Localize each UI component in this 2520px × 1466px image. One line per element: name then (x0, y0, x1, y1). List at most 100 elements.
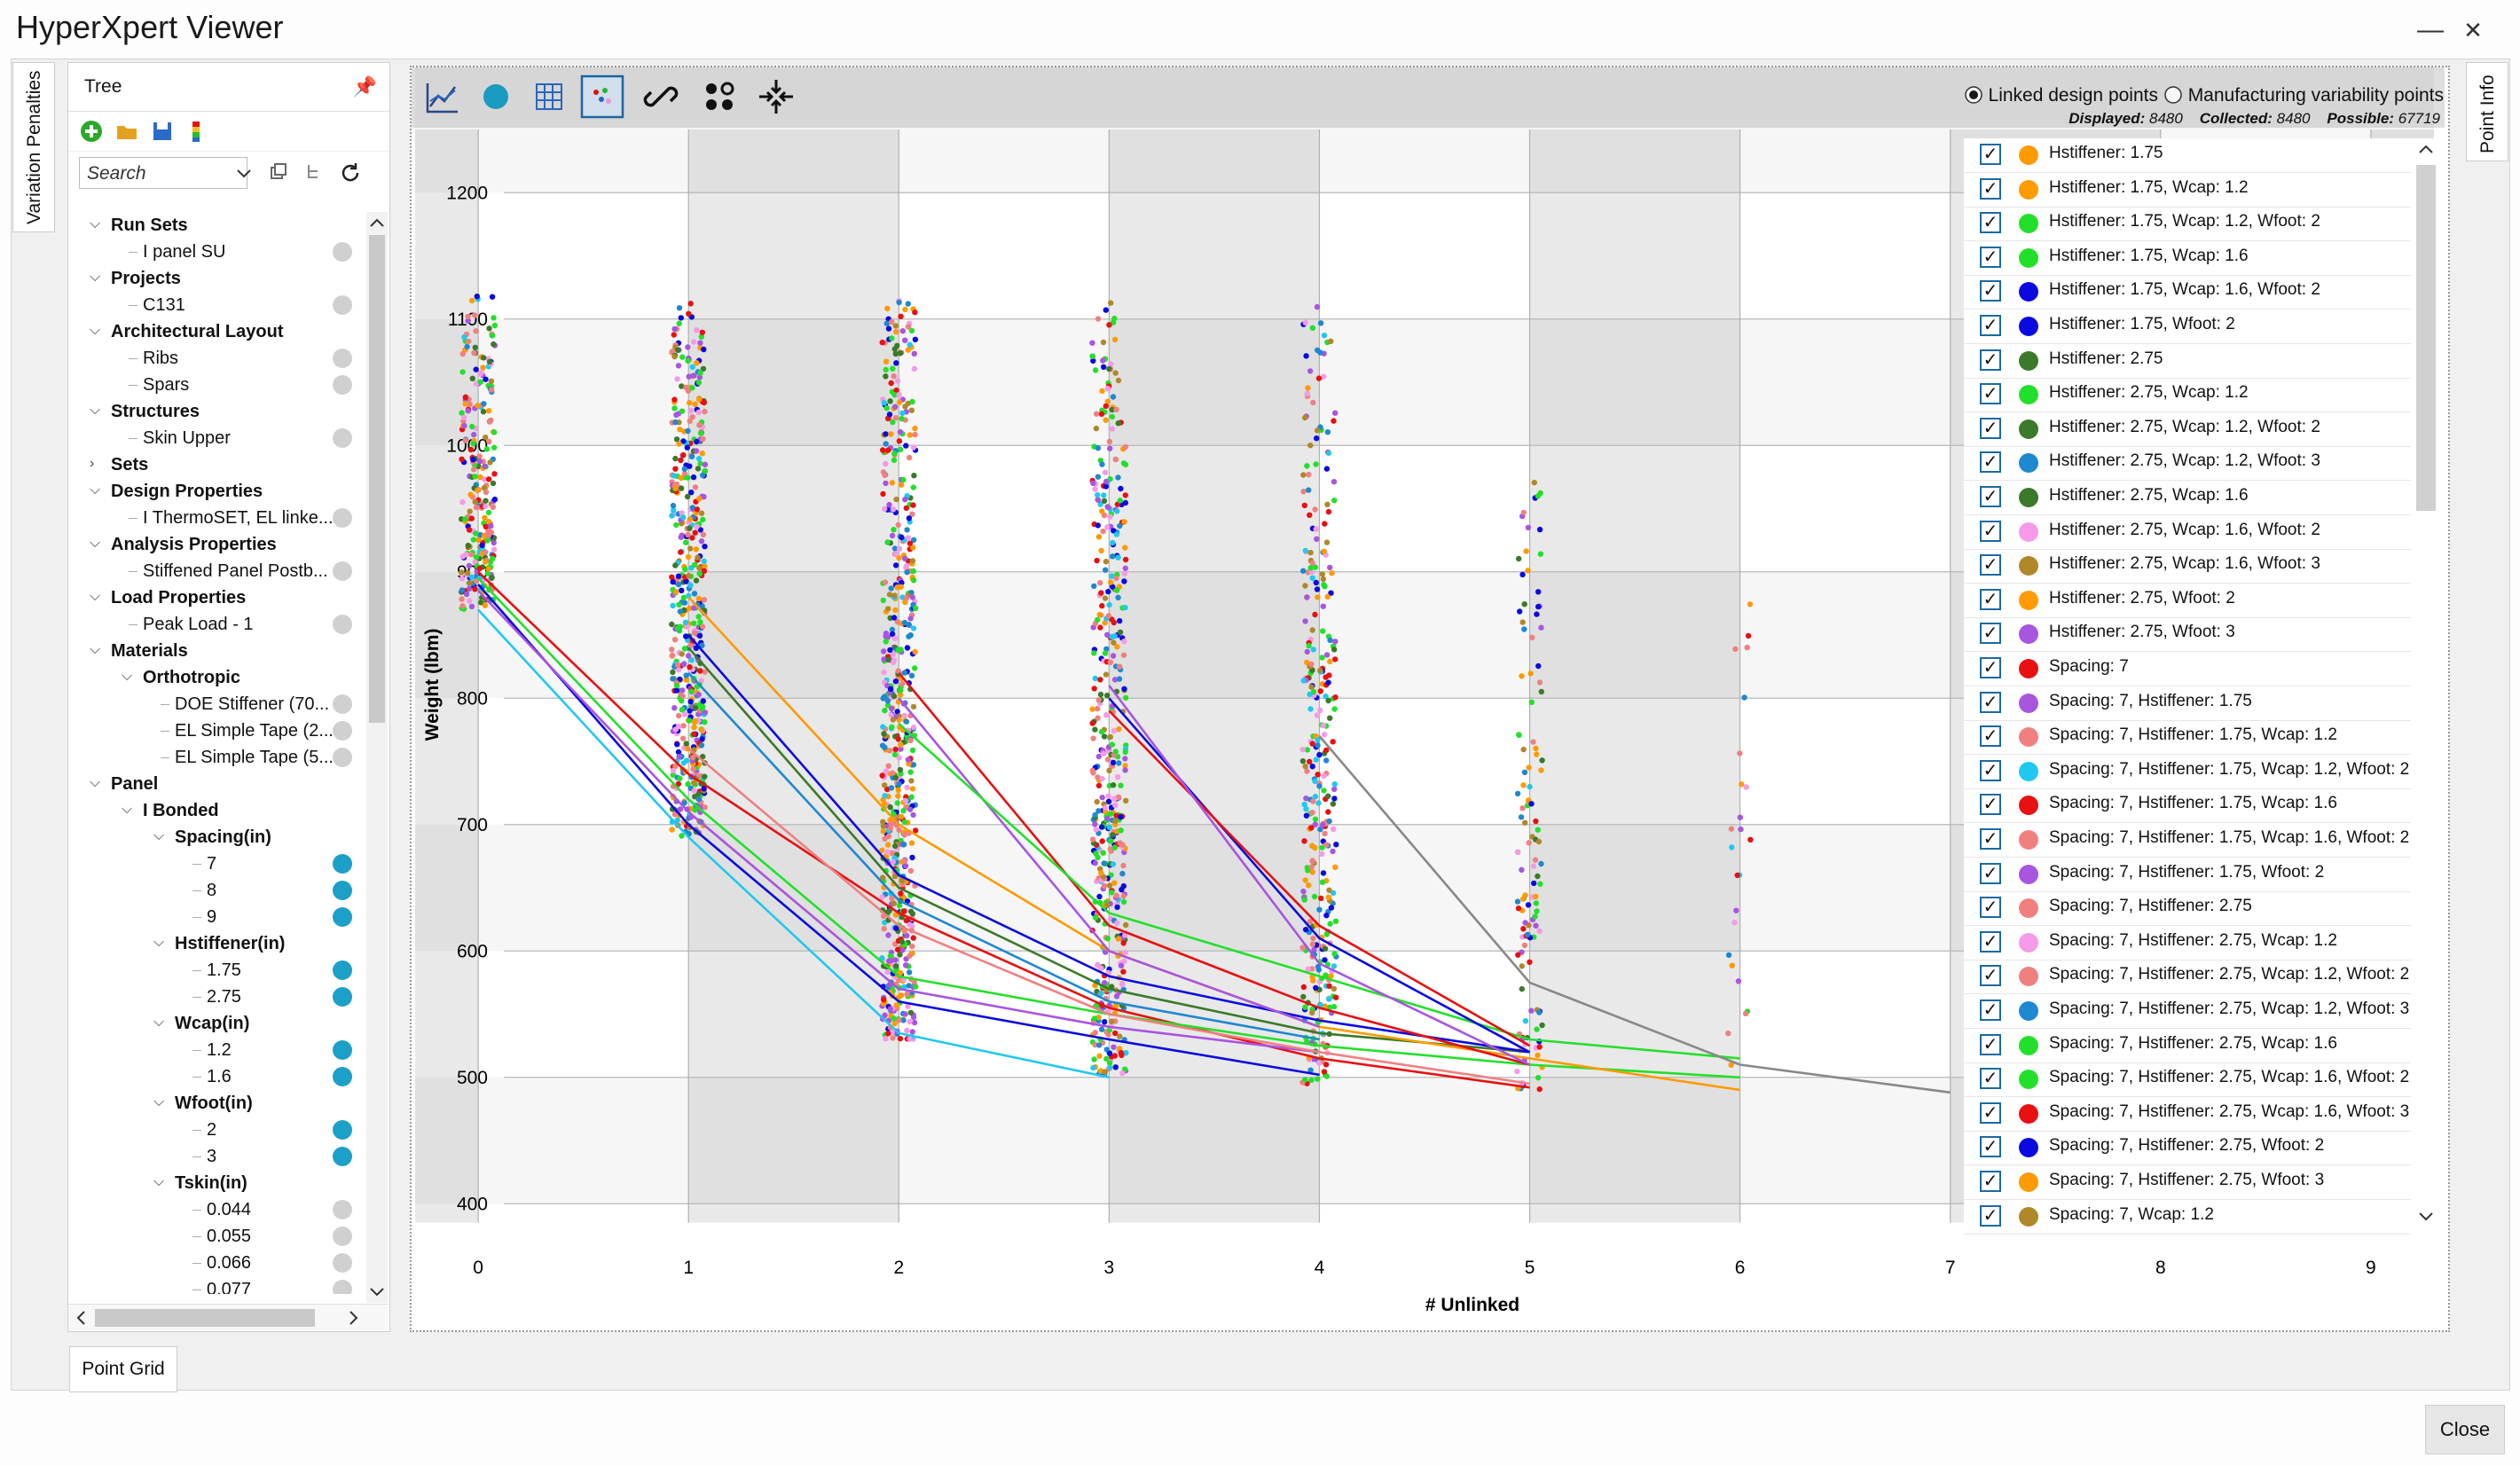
legend-row[interactable]: ✓ Spacing: 7, Hstiffener: 2.75, Wfoot: 3 (1964, 1165, 2411, 1200)
legend-row[interactable]: ✓ Hstiffener: 2.75, Wcap: 1.2 (1964, 378, 2411, 413)
minimize-button[interactable]: — (2411, 12, 2450, 48)
tree-item-status-dot[interactable] (333, 1227, 352, 1246)
expand-chevron-icon[interactable]: ⌵ (153, 1094, 164, 1110)
tree-item[interactable]: EL Simple Tape (5... (175, 744, 334, 771)
tree-hscroll-thumb[interactable] (95, 1309, 315, 1327)
tree-item[interactable]: Skin Upper (143, 425, 231, 451)
point-grid-tab[interactable]: Point Grid (69, 1346, 177, 1392)
tree-vertical-scrollbar[interactable] (366, 212, 388, 1303)
tree-item-status-dot[interactable] (333, 242, 352, 262)
open-folder-icon[interactable] (114, 119, 139, 144)
legend-checkbox[interactable]: ✓ (1980, 383, 2001, 405)
legend-checkbox[interactable]: ✓ (1980, 588, 2001, 610)
legend-checkbox[interactable]: ✓ (1980, 691, 2001, 713)
tree-item[interactable]: Orthotropic (143, 664, 240, 691)
tree-item-status-dot[interactable] (333, 561, 352, 581)
legend-row[interactable]: ✓ Hstiffener: 2.75 (1964, 344, 2411, 379)
tree-item[interactable]: 1.75 (207, 957, 241, 984)
color-scale-icon[interactable] (184, 119, 208, 144)
tree-item[interactable]: Run Sets (111, 212, 188, 239)
scroll-down-icon[interactable] (368, 1285, 386, 1299)
legend-row[interactable]: ✓ Hstiffener: 1.75, Wcap: 1.2, Wfoot: 2 (1964, 207, 2411, 242)
legend-row[interactable]: ✓ Spacing: 7, Hstiffener: 1.75, Wcap: 1.6 (1964, 788, 2411, 824)
tree-item[interactable]: Load Properties (111, 584, 246, 611)
legend-row[interactable]: ✓ Spacing: 7, Hstiffener: 1.75, Wcap: 1.2 (1964, 720, 2411, 756)
expand-chevron-icon[interactable]: ⌵ (122, 802, 132, 818)
tree-item[interactable]: I ThermoSET, EL linke... (143, 505, 334, 531)
collapse-arrows-icon[interactable] (754, 74, 798, 119)
table-icon[interactable] (527, 74, 571, 119)
tree-item[interactable]: 0.066 (207, 1250, 251, 1276)
tree-item-status-dot[interactable] (333, 1200, 352, 1219)
legend-row[interactable]: ✓ Hstiffener: 2.75, Wcap: 1.6, Wfoot: 2 (1964, 515, 2411, 550)
scatter-selected-icon[interactable] (580, 74, 624, 119)
tree-item-status-dot[interactable] (333, 881, 352, 900)
tree-item-status-dot[interactable] (333, 1253, 352, 1273)
legend-row[interactable]: ✓ Spacing: 7, Hstiffener: 1.75, Wcap: 1.6… (1964, 823, 2411, 858)
legend-row[interactable]: ✓ Spacing: 7, Hstiffener: 2.75 (1964, 891, 2411, 927)
legend-checkbox[interactable]: ✓ (1980, 1101, 2001, 1124)
legend-checkbox[interactable]: ✓ (1980, 862, 2001, 884)
legend-scroll-down-icon[interactable] (2417, 1210, 2435, 1224)
tree-item[interactable]: Wcap(in) (175, 1010, 249, 1037)
legend-checkbox[interactable]: ✓ (1980, 965, 2001, 987)
expand-chevron-icon[interactable]: ⌵ (90, 323, 100, 339)
legend-row[interactable]: ✓ Spacing: 7, Wcap: 1.2 (1964, 1200, 2411, 1235)
legend-checkbox[interactable]: ✓ (1980, 144, 2001, 165)
tree-item[interactable]: Materials (111, 638, 188, 664)
legend-checkbox[interactable]: ✓ (1980, 1068, 2001, 1090)
expand-chevron-icon[interactable]: ⌵ (90, 589, 100, 605)
tree-item[interactable]: Spars (143, 372, 189, 398)
expand-chevron-icon[interactable]: ⌵ (122, 669, 132, 685)
tree-item-status-dot[interactable] (333, 1147, 352, 1166)
legend-row[interactable]: ✓ Hstiffener: 1.75, Wcap: 1.6 (1964, 241, 2411, 276)
tree-item-status-dot[interactable] (333, 615, 352, 634)
tree-item[interactable]: Peak Load - 1 (143, 611, 254, 638)
legend-row[interactable]: ✓ Spacing: 7, Hstiffener: 1.75, Wfoot: 2 (1964, 858, 2411, 892)
legend-row[interactable]: ✓ Spacing: 7, Hstiffener: 2.75, Wcap: 1.2… (1964, 994, 2411, 1029)
legend-scroll-up-icon[interactable] (2417, 142, 2435, 156)
tree-item[interactable]: Design Properties (111, 478, 263, 505)
legend-checkbox[interactable]: ✓ (1980, 828, 2001, 850)
add-icon[interactable] (79, 119, 104, 144)
close-window-button[interactable]: ✕ (2453, 12, 2493, 48)
expand-chevron-icon[interactable]: ⌵ (90, 403, 100, 419)
legend-row[interactable]: ✓ Spacing: 7 (1964, 652, 2411, 686)
tree-item-status-dot[interactable] (333, 748, 352, 767)
tree-item[interactable]: Stiffened Panel Postb... (143, 558, 328, 584)
legend-checkbox[interactable]: ✓ (1980, 349, 2001, 371)
tree-item[interactable]: Spacing(in) (175, 824, 271, 851)
legend-checkbox[interactable]: ✓ (1980, 212, 2001, 234)
tree-item[interactable]: Architectural Layout (111, 318, 283, 345)
legend-checkbox[interactable]: ✓ (1980, 794, 2001, 816)
legend-row[interactable]: ✓ Spacing: 7, Hstiffener: 2.75, Wcap: 1.6 (1964, 1029, 2411, 1063)
legend-row[interactable]: ✓ Spacing: 7, Hstiffener: 2.75, Wcap: 1.2 (1964, 926, 2411, 960)
scroll-left-icon[interactable] (74, 1310, 88, 1326)
refresh-icon[interactable] (338, 161, 363, 185)
legend-scrollbar[interactable] (2411, 138, 2441, 1238)
tree-item-status-dot[interactable] (333, 854, 352, 874)
legend-checkbox[interactable]: ✓ (1980, 1033, 2001, 1055)
tree-item-status-dot[interactable] (333, 375, 352, 395)
tree-horizontal-scrollbar[interactable] (68, 1304, 388, 1331)
legend-row[interactable]: ✓ Spacing: 7, Hstiffener: 2.75, Wcap: 1.6… (1964, 1062, 2411, 1098)
collapsed-chevron-icon[interactable]: › (90, 456, 94, 472)
tree-item[interactable]: 0.055 (207, 1223, 251, 1250)
expand-chevron-icon[interactable]: ⌵ (90, 270, 100, 286)
tree-item[interactable]: 2 (207, 1117, 216, 1143)
legend-checkbox[interactable]: ✓ (1980, 930, 2001, 953)
expand-chevron-icon[interactable]: ⌵ (153, 1174, 164, 1190)
tree-item-status-dot[interactable] (333, 1040, 352, 1060)
expand-chevron-icon[interactable]: ⌵ (90, 482, 100, 498)
legend-row[interactable]: ✓ Spacing: 7, Hstiffener: 1.75 (1964, 686, 2411, 721)
tree-item-status-dot[interactable] (333, 1067, 352, 1086)
expand-chevron-icon[interactable]: ⌵ (153, 935, 164, 951)
legend-row[interactable]: ✓ Hstiffener: 1.75 (1964, 138, 2411, 173)
legend-row[interactable]: ✓ Hstiffener: 2.75, Wfoot: 2 (1964, 584, 2411, 618)
expand-chevron-icon[interactable]: ⌵ (90, 642, 100, 658)
tree-item-status-dot[interactable] (333, 508, 352, 528)
link-icon[interactable] (639, 74, 683, 119)
legend-checkbox[interactable]: ✓ (1980, 451, 2001, 474)
legend-row[interactable]: ✓ Spacing: 7, Hstiffener: 2.75, Wcap: 1.2… (1964, 960, 2411, 995)
legend-checkbox[interactable]: ✓ (1980, 554, 2001, 576)
